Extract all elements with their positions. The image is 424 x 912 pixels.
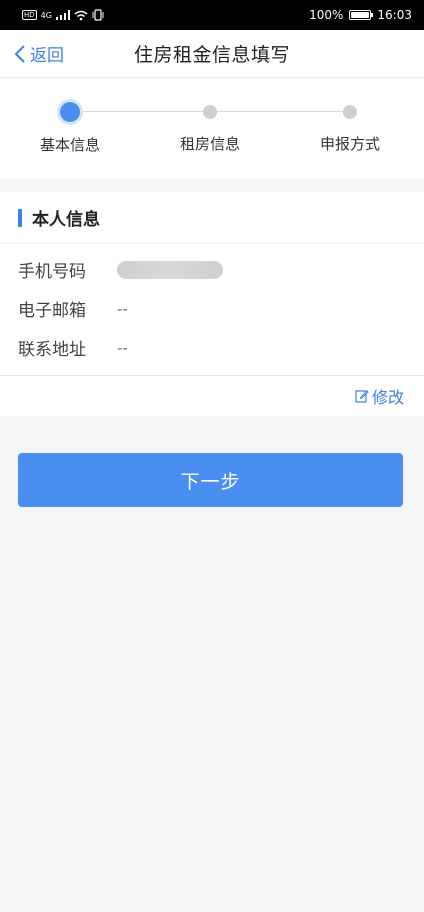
chevron-left-icon: [14, 44, 25, 63]
nav-bar: 返回 住房租金信息填写: [0, 30, 424, 78]
battery-fill: [351, 12, 370, 18]
edit-row: 修改: [0, 376, 424, 416]
battery-percent: 100%: [309, 8, 344, 22]
section-accent-bar: [18, 208, 22, 227]
step-basic-info: 基本信息: [25, 102, 115, 155]
info-list: 手机号码 电子邮箱 -- 联系地址 --: [0, 244, 424, 367]
wifi-icon: [74, 10, 88, 20]
next-step-button[interactable]: 下一步: [18, 453, 403, 507]
personal-info-card: 本人信息 手机号码 电子邮箱 -- 联系地址 --: [0, 192, 424, 376]
status-time: 16:03: [377, 8, 412, 22]
info-value: --: [117, 299, 128, 318]
step-dot: [203, 105, 217, 119]
info-label: 电子邮箱: [18, 301, 86, 321]
step-label: 申报方式: [319, 135, 380, 153]
hd-badge: HD: [22, 10, 37, 20]
section-title: 本人信息: [32, 210, 100, 230]
edit-icon: [355, 390, 369, 403]
edit-button[interactable]: 修改: [355, 384, 404, 408]
status-bar: HD 4G 100% 16:03: [0, 0, 424, 30]
battery-icon: [349, 10, 374, 20]
status-left: HD 4G: [22, 9, 104, 21]
status-right: 100% 16:03: [309, 8, 412, 22]
info-label: 联系地址: [18, 340, 86, 360]
vibrate-icon: [92, 9, 104, 21]
step-indicator: 基本信息 租房信息 申报方式: [0, 79, 424, 179]
step-declaration-method: 申报方式: [305, 103, 395, 154]
back-label: 返回: [30, 46, 64, 66]
page-title: 住房租金信息填写: [133, 44, 290, 66]
info-label: 手机号码: [18, 262, 86, 282]
step-dot: [343, 105, 357, 119]
edit-label: 修改: [371, 388, 404, 407]
card-header: 本人信息: [0, 192, 424, 244]
back-button[interactable]: 返回: [14, 41, 64, 66]
network-label: 4G: [40, 10, 52, 20]
info-value: --: [117, 338, 128, 357]
info-row-address: 联系地址 --: [0, 328, 424, 367]
step-label: 基本信息: [39, 136, 100, 154]
step-label: 租房信息: [179, 135, 240, 153]
cell-signal-icon: [55, 10, 70, 20]
step-dot-active: [60, 102, 80, 122]
info-row-phone: 手机号码: [0, 250, 424, 289]
screen: HD 4G 100% 16:03 返回 住房租金信息填写 基本信息 租房信息 申…: [0, 0, 424, 912]
step-rental-info: 租房信息: [165, 103, 255, 154]
phone-value-redacted: [117, 260, 223, 279]
info-row-email: 电子邮箱 --: [0, 289, 424, 328]
